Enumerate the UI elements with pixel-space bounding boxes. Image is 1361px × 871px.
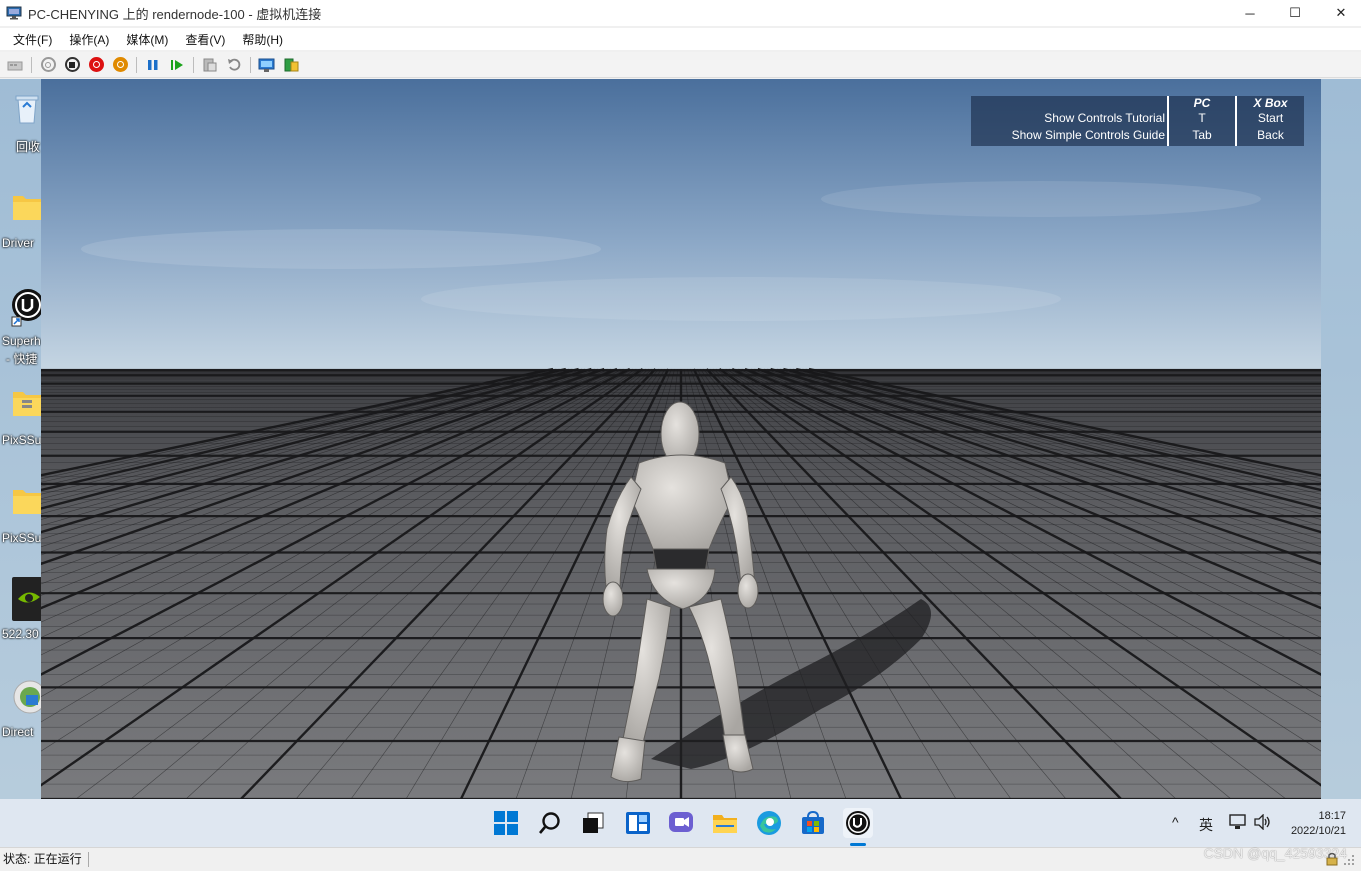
menu-action[interactable]: 操作(A) (62, 29, 116, 50)
enhanced-session-icon[interactable] (257, 55, 277, 75)
start-icon[interactable] (38, 55, 58, 75)
desktop-icon-label: PixSSu (2, 531, 42, 545)
desktop-icon-label: 522.30 (2, 627, 39, 641)
resize-grip-icon[interactable] (1343, 853, 1355, 871)
active-app-indicator (850, 843, 866, 846)
menu-file[interactable]: 文件(F) (6, 29, 59, 50)
resume-icon[interactable] (167, 55, 187, 75)
title-bar: PC-CHENYING 上的 rendernode-100 - 虚拟机连接 ─ … (0, 0, 1361, 26)
pause-icon[interactable] (143, 55, 163, 75)
minimize-button[interactable]: ─ (1227, 0, 1273, 26)
nvidia-icon (12, 577, 44, 621)
share-icon[interactable] (281, 55, 301, 75)
desktop-icon-label: Driver (2, 236, 34, 250)
guest-taskbar: ^ 英 18:17 2022/10/21 (0, 799, 1361, 847)
menu-media[interactable]: 媒体(M) (119, 29, 175, 50)
clock-time: 18:17 (1318, 810, 1346, 822)
recycle-bin-icon (12, 91, 42, 124)
desktop-icon-label: PixSSu (2, 433, 42, 447)
file-explorer-icon[interactable] (712, 810, 738, 836)
search-icon[interactable] (537, 810, 563, 836)
desktop-icon-nvidia-driver[interactable]: 522.30 (0, 577, 44, 647)
maximize-button[interactable]: ☐ (1272, 0, 1318, 26)
desktop-icon-recycle-bin[interactable]: 回收 (0, 89, 44, 159)
teams-chat-icon[interactable] (668, 810, 694, 836)
menu-help[interactable]: 帮助(H) (235, 29, 290, 50)
desktop-icon-label: Superh (2, 334, 41, 348)
unreal-engine-icon[interactable] (843, 808, 873, 838)
pc-key-guide: Tab (1192, 128, 1212, 142)
ime-indicator[interactable]: 英 (1199, 815, 1213, 835)
vm-status-text: 状态: 正在运行 (3, 851, 89, 867)
desktop-icon-label: 回收 (16, 140, 41, 154)
toolbar-separator (250, 56, 251, 73)
close-button[interactable]: ✕ (1318, 0, 1361, 26)
desktop-icon-label: Direct (2, 725, 34, 739)
lock-icon (1326, 852, 1338, 871)
folder-icon (12, 484, 42, 514)
checkpoint-icon[interactable] (200, 55, 220, 75)
controls-guide-actions: Show Controls Tutorial Show Simple Contr… (971, 96, 1167, 146)
desktop-icon-driver[interactable]: Driver (0, 187, 44, 257)
widgets-icon[interactable] (625, 810, 651, 836)
ctrl-alt-del-icon[interactable] (5, 55, 25, 75)
action-show-simple-controls-guide: Show Simple Controls Guide (1011, 128, 1165, 142)
folder-icon (12, 190, 42, 220)
maximize-icon: ☐ (1289, 5, 1301, 20)
controls-guide-pc: PC T Tab (1169, 96, 1235, 146)
save-icon[interactable] (110, 55, 130, 75)
game-scene (41, 79, 1321, 799)
turn-off-icon[interactable] (62, 55, 82, 75)
desktop-icon-superhero-shortcut[interactable]: Superh - 快捷 (0, 285, 44, 366)
network-icon[interactable] (1229, 814, 1247, 833)
store-icon[interactable] (800, 810, 826, 836)
minimize-icon: ─ (1245, 5, 1255, 21)
window-title: PC-CHENYING 上的 rendernode-100 - 虚拟机连接 (28, 6, 322, 22)
desktop-icon-label-line2: - 快捷 (6, 352, 38, 366)
pc-key-tutorial: T (1198, 111, 1206, 125)
task-view-icon[interactable] (580, 810, 606, 836)
start-icon[interactable] (493, 810, 519, 836)
system-clock[interactable]: 18:17 2022/10/21 (1291, 809, 1346, 839)
close-icon: ✕ (1335, 5, 1347, 20)
desktop-icon-directx[interactable]: Direct (0, 675, 47, 745)
volume-icon[interactable] (1254, 813, 1272, 833)
shutdown-icon[interactable] (86, 55, 106, 75)
menu-view[interactable]: 查看(V) (178, 29, 232, 50)
action-show-controls-tutorial: Show Controls Tutorial (1044, 111, 1165, 125)
directx-icon (12, 675, 47, 714)
toolbar-separator (31, 56, 32, 73)
xbox-key-guide: Back (1257, 128, 1284, 142)
toolbar-separator (193, 56, 194, 73)
unreal-engine-icon (10, 285, 44, 327)
toolbar (0, 52, 1361, 78)
xbox-key-tutorial: Start (1257, 111, 1284, 125)
vm-connect-icon (6, 6, 22, 20)
desktop-icon-pixssu-folder[interactable]: PixSSu (0, 481, 44, 551)
revert-icon[interactable] (224, 55, 244, 75)
clock-date: 2022/10/21 (1290, 825, 1346, 837)
zip-folder-icon (12, 386, 42, 416)
edge-icon[interactable] (756, 810, 782, 836)
tray-overflow-chevron-icon[interactable]: ^ (1172, 814, 1179, 830)
menu-bar: 文件(F) 操作(A) 媒体(M) 查看(V) 帮助(H) (0, 28, 1361, 50)
controls-guide-xbox: X Box Start Back (1237, 96, 1304, 146)
guest-desktop: 回收 Driver Superh - 快捷 PixSSu PixSSu 522.… (0, 79, 1361, 847)
game-viewport[interactable]: Show Controls Tutorial Show Simple Contr… (41, 79, 1321, 799)
status-bar: 状态: 正在运行 (0, 847, 1361, 870)
toolbar-separator (136, 56, 137, 73)
desktop-icon-pixssu-zip[interactable]: PixSSu (0, 383, 44, 453)
controls-guide-panel: Show Controls Tutorial Show Simple Contr… (971, 96, 1304, 146)
